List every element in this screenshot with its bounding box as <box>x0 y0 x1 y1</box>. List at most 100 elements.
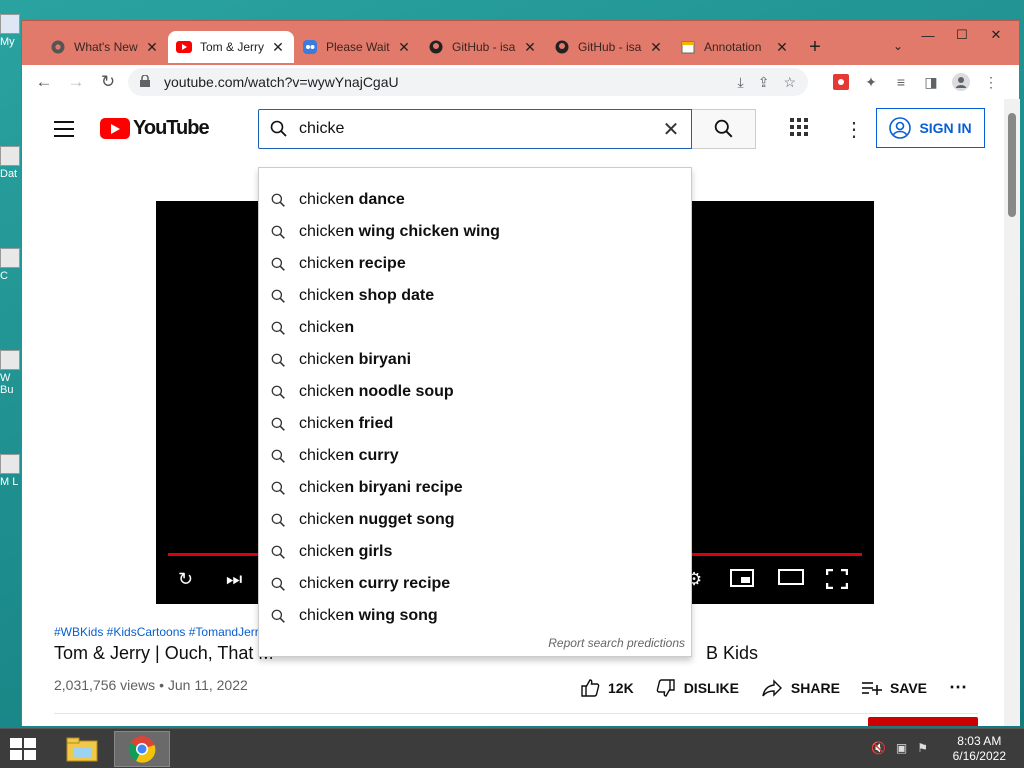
new-tab-button[interactable]: + <box>798 31 832 63</box>
chrome-taskbar-icon[interactable] <box>114 731 170 767</box>
close-icon[interactable]: ✕ <box>144 39 160 56</box>
suggestion-completion: n biryani <box>344 351 412 368</box>
suggestion-item[interactable]: chicke n recipe <box>259 248 691 280</box>
miniplayer-icon[interactable] <box>730 569 754 592</box>
hamburger-menu-icon[interactable] <box>54 121 74 142</box>
more-vert-icon[interactable]: ⋮ <box>844 117 864 142</box>
tab-please-wait[interactable]: Please Wait ✕ <box>294 31 420 63</box>
video-hashtags[interactable]: #WBKids #KidsCartoons #TomandJerr <box>54 625 259 639</box>
suggestion-prefix: chicke <box>299 479 345 496</box>
desktop-icon-data[interactable]: Dat <box>0 146 22 180</box>
side-panel-icon[interactable]: ◨ <box>916 68 946 96</box>
close-window-button[interactable]: ✕ <box>979 25 1013 45</box>
browser-menu-icon[interactable]: ⋮ <box>976 68 1006 96</box>
scrollbar-thumb[interactable] <box>1008 113 1016 217</box>
fullscreen-icon[interactable] <box>825 568 849 594</box>
close-icon[interactable]: ✕ <box>774 39 790 56</box>
close-icon[interactable]: ✕ <box>648 39 664 56</box>
window-controls: — ☐ ✕ <box>911 25 1013 45</box>
network-icon[interactable]: ▣ <box>896 741 907 755</box>
close-icon[interactable]: ✕ <box>270 39 286 56</box>
tab-annotation[interactable]: Annotation ✕ <box>672 31 798 63</box>
reading-list-icon[interactable]: ≡ <box>886 68 916 96</box>
save-button[interactable]: SAVE <box>861 680 927 696</box>
title-bar[interactable]: What's New ✕ Tom & Jerry ✕ Please Wait ✕ <box>22 21 1019 65</box>
profile-avatar-icon[interactable] <box>946 68 976 96</box>
sign-in-button[interactable]: SIGN IN <box>876 108 985 148</box>
youtube-wordmark: YouTube <box>133 117 210 139</box>
suggestion-item[interactable]: chicke n curry recipe <box>259 568 691 600</box>
clear-search-icon[interactable]: ✕ <box>651 117 691 142</box>
browser-window: What's New ✕ Tom & Jerry ✕ Please Wait ✕ <box>21 20 1020 726</box>
back-button[interactable]: ← <box>28 68 60 96</box>
report-predictions-link[interactable]: Report search predictions <box>548 636 685 650</box>
action-center-icon[interactable]: ⚑ <box>917 741 928 755</box>
next-icon[interactable]: ⏭ <box>226 569 242 590</box>
file-icon <box>0 146 20 166</box>
bookmark-star-icon[interactable]: ☆ <box>783 74 796 91</box>
desktop-icon-label: C <box>0 270 8 282</box>
suggestion-item[interactable]: chicke n fried <box>259 408 691 440</box>
dislike-button[interactable]: DISLIKE <box>656 678 739 698</box>
theater-mode-icon[interactable] <box>778 569 804 590</box>
desktop-icon-m[interactable]: M L <box>0 454 22 488</box>
tab-github-2[interactable]: GitHub - isa ✕ <box>546 31 672 63</box>
replay-icon[interactable]: ↻ <box>178 569 193 590</box>
search-input[interactable] <box>299 114 651 144</box>
windows-start-icon[interactable] <box>10 738 36 765</box>
youtube-logo[interactable]: YouTube <box>100 117 210 140</box>
desktop-icon-c[interactable]: C <box>0 248 22 282</box>
close-icon[interactable]: ✕ <box>396 39 412 56</box>
suggestion-item[interactable]: chicke n nugget song <box>259 504 691 536</box>
youtube-play-icon <box>100 118 130 139</box>
search-suggestions: chicke n dance chicke n wing chicken wing ch… <box>258 167 692 657</box>
maximize-button[interactable]: ☐ <box>945 25 979 45</box>
share-button[interactable]: SHARE <box>761 678 840 697</box>
page-scrollbar[interactable] <box>1004 99 1020 726</box>
clock-time: 8:03 AM <box>957 734 1002 748</box>
desktop-icon-label: M L <box>0 476 19 488</box>
divider <box>54 713 978 714</box>
like-button[interactable]: 12K <box>580 678 634 698</box>
desktop-icon-label: My <box>0 36 15 48</box>
desktop-icon-w[interactable]: W Bu <box>0 350 22 396</box>
minimize-button[interactable]: — <box>911 25 945 45</box>
more-actions-icon[interactable]: ⋯ <box>949 677 967 698</box>
suggestion-item[interactable]: chicke n curry <box>259 440 691 472</box>
tab-github-1[interactable]: GitHub - isa ✕ <box>420 31 546 63</box>
close-icon[interactable]: ✕ <box>522 39 538 56</box>
suggestion-completion: n curry <box>344 447 399 464</box>
tab-tom-and-jerry[interactable]: Tom & Jerry ✕ <box>168 31 294 63</box>
chevron-down-icon[interactable]: ⌄ <box>893 39 903 53</box>
suggestion-item[interactable]: chicke n dance <box>259 184 691 216</box>
install-icon[interactable]: ⤓ <box>738 74 744 91</box>
suggestion-item[interactable]: chicke n shop date <box>259 280 691 312</box>
suggestion-item[interactable]: chicke n wing song <box>259 600 691 632</box>
suggestion-item[interactable]: chicke n noodle soup <box>259 376 691 408</box>
address-bar[interactable]: youtube.com/watch?v=wywYnajCgaU ⤓ ⇪ ☆ <box>128 68 808 96</box>
extensions-puzzle-icon[interactable]: ✦ <box>856 68 886 96</box>
tab-whats-new[interactable]: What's New ✕ <box>42 31 168 63</box>
forward-button[interactable]: → <box>60 68 92 96</box>
suggestion-item[interactable]: chicke n <box>259 312 691 344</box>
search-button[interactable] <box>692 109 756 149</box>
taskbar-clock[interactable]: 8:03 AM 6/16/2022 <box>953 734 1006 764</box>
extension-red-icon[interactable] <box>826 68 856 96</box>
apps-grid-icon[interactable] <box>790 118 808 141</box>
suggestion-item[interactable]: chicke n girls <box>259 536 691 568</box>
suggestion-item[interactable]: chicke n biryani <box>259 344 691 376</box>
youtube-header: YouTube ✕ ⋮ SIG <box>22 99 1004 155</box>
reload-button[interactable]: ↻ <box>92 68 124 96</box>
video-title-left: Tom & Jerry | Ouch, That M <box>54 643 274 663</box>
desktop-icon-computer[interactable]: My <box>0 14 22 48</box>
share-icon[interactable]: ⇪ <box>758 74 770 91</box>
subscribe-button[interactable] <box>868 717 978 726</box>
suggestion-item[interactable]: chicke n wing chicken wing <box>259 216 691 248</box>
file-explorer-taskbar-icon[interactable] <box>54 731 110 767</box>
tab-label: Tom & Jerry <box>200 40 265 54</box>
suggestion-prefix: chicke <box>299 287 345 304</box>
volume-muted-icon[interactable]: 🔇 <box>871 741 886 755</box>
dislike-label: DISLIKE <box>683 679 739 696</box>
search-icon <box>271 545 287 560</box>
suggestion-item[interactable]: chicke n biryani recipe <box>259 472 691 504</box>
